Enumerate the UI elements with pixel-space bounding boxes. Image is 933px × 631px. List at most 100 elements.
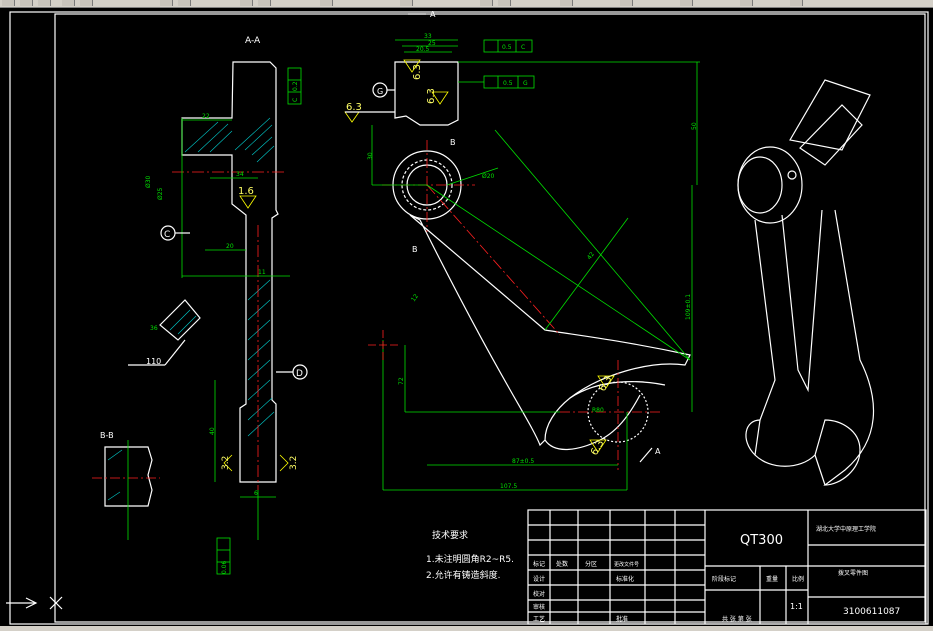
dim-phi20: Ø20 xyxy=(482,173,495,180)
tech-req-line2: 2.允许有铸造斜度. xyxy=(426,569,500,581)
roughness-3-2-left: 3.2 xyxy=(221,456,231,470)
toolbar-button[interactable] xyxy=(258,0,271,6)
tb-total: 共 张 第 张 xyxy=(722,615,752,623)
tb-weight: 重量 xyxy=(766,575,778,583)
section-view-bb[interactable]: B-B xyxy=(92,431,160,540)
isometric-view[interactable] xyxy=(737,79,875,486)
toolbar-button[interactable] xyxy=(620,0,633,6)
datum-g-label: G xyxy=(377,87,383,96)
dim-87: 87±0.5 xyxy=(512,458,534,465)
toolbar-button[interactable] xyxy=(480,0,493,6)
main-view[interactable]: A 33 25 20.5 0.5 C 0.5 G 6.3 6.3 6.3 G Ø… xyxy=(344,10,700,491)
tb-count: 处数 xyxy=(556,560,568,568)
tech-requirements: 技术要求 1.未注明圆角R2~R5. 2.允许有铸造斜度. xyxy=(426,529,514,581)
dim-109: 109±0.1 xyxy=(685,294,692,320)
toolbar-button[interactable] xyxy=(160,0,173,6)
roughness-6-3-a: 6.3 xyxy=(412,64,423,80)
drawing-frame xyxy=(54,13,926,623)
section-arrow-a-bottom: A xyxy=(655,447,661,456)
roughness-3-2-right: 3.2 xyxy=(289,456,299,470)
section-view-aa[interactable]: A-A 22 34 Ø30 Ø25 20 11 40 6 1.6 3.2 3.2… xyxy=(145,36,308,575)
tb-process: 工艺 xyxy=(533,615,545,623)
section-arrow-b-lower: B xyxy=(412,245,418,254)
dim-34: 34 xyxy=(236,171,244,178)
toolbar-button[interactable] xyxy=(740,0,753,6)
roughness-symbol-icon xyxy=(239,195,257,209)
toolbar-button[interactable] xyxy=(20,0,33,6)
datum-d-label: D xyxy=(296,369,303,379)
iso-boss xyxy=(737,146,803,224)
dim-20: 20 xyxy=(226,243,234,250)
dim-11: 11 xyxy=(258,269,266,276)
toolbar-button[interactable] xyxy=(240,0,253,6)
status-bar xyxy=(0,626,933,631)
tech-req-line1: 1.未注明圆角R2~R5. xyxy=(426,553,514,565)
datum-c-label: C xyxy=(164,230,170,240)
dim-110: 110 xyxy=(146,357,161,366)
tb-check: 校对 xyxy=(533,590,545,598)
iso-top-slot xyxy=(789,79,871,151)
toolbar-button[interactable] xyxy=(80,0,93,6)
svg-text:0.5: 0.5 xyxy=(502,44,512,51)
tb-mark: 标记 xyxy=(533,560,545,568)
toolbar-button[interactable] xyxy=(400,0,413,6)
toolbar-button[interactable] xyxy=(498,0,511,6)
tolerance-frame: 0.06 xyxy=(216,537,231,575)
tolerance-frame: 0.5 G xyxy=(483,75,535,89)
tolerance-frame: 0.2 C xyxy=(287,67,302,105)
dim-22: 22 xyxy=(202,113,210,120)
dim-phi30: Ø30 xyxy=(145,175,152,188)
tb-material: QT300 xyxy=(740,533,783,548)
toolbar-button[interactable] xyxy=(680,0,693,6)
tb-drawing-no: 3100611087 xyxy=(843,607,900,617)
tb-scale-value: 1:1 xyxy=(790,602,803,611)
tolerance-frame: 0.5 C xyxy=(483,39,533,53)
toolbar-button[interactable] xyxy=(560,0,573,6)
svg-text:G: G xyxy=(523,80,528,87)
tb-std: 标准化 xyxy=(616,575,634,583)
tech-req-heading: 技术要求 xyxy=(432,529,468,541)
dim-107-5: 107.5 xyxy=(500,483,517,490)
dim-36: 36 xyxy=(150,325,158,332)
toolbar-button[interactable] xyxy=(790,0,803,6)
dim-12: 12 xyxy=(410,293,420,303)
dim-72: 72 xyxy=(398,377,405,385)
roughness-6-3-e: 6.3 xyxy=(589,438,606,457)
svg-text:0.06: 0.06 xyxy=(221,560,228,574)
roughness-6-3-b: 6.3 xyxy=(426,88,437,104)
dim-50: 50 xyxy=(691,122,698,130)
dim-phi25: Ø25 xyxy=(157,187,164,200)
ucs-icon xyxy=(6,596,63,610)
tb-design: 设计 xyxy=(533,575,545,583)
tb-school: 湖北大学中原理工学院 xyxy=(816,525,876,533)
title-block[interactable]: 标记 处数 分区 更改文件号 设计 标准化 校对 审核 工艺 批准 QT300 … xyxy=(527,509,927,625)
tb-stage: 阶段标记 xyxy=(712,575,736,583)
tb-part-name: 拨叉零件图 xyxy=(838,569,868,577)
dim-6: 6 xyxy=(254,490,258,497)
tb-review: 审核 xyxy=(533,603,545,611)
dim-30: 30 xyxy=(367,152,374,160)
roughness-6-3-c: 6.3 xyxy=(346,102,362,113)
section-label-bb: B-B xyxy=(100,431,114,440)
toolbar-button[interactable] xyxy=(320,0,333,6)
cad-drawing-canvas[interactable]: A-A 22 34 Ø30 Ø25 20 11 40 6 1.6 3.2 3.2… xyxy=(0,7,933,627)
dim-20-5: 20.5 xyxy=(416,46,430,53)
fork-arc xyxy=(544,394,641,451)
section-arrow-b-upper: B xyxy=(450,138,456,147)
iso-arm xyxy=(754,209,875,486)
toolbar-button[interactable] xyxy=(38,0,51,6)
svg-text:0.2: 0.2 xyxy=(292,81,299,91)
detail-view-angle[interactable]: 36 110 xyxy=(128,299,201,366)
dim-40: 40 xyxy=(209,427,216,435)
toolbar-button[interactable] xyxy=(2,0,15,6)
toolbar-button[interactable] xyxy=(62,0,75,6)
toolbar-button[interactable] xyxy=(178,0,191,6)
dim-r80: R80 xyxy=(592,407,604,414)
dim-42: 42 xyxy=(586,251,596,261)
dim-33: 33 xyxy=(424,33,432,40)
roughness-6-3-d: 6.3 xyxy=(597,374,614,393)
tb-zone: 分区 xyxy=(585,560,597,568)
hatching-aa xyxy=(184,117,275,437)
svg-text:C: C xyxy=(292,98,299,102)
tb-scale-label: 比例 xyxy=(792,575,804,583)
